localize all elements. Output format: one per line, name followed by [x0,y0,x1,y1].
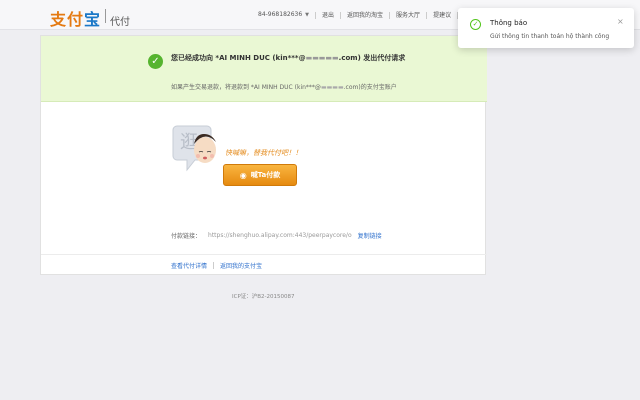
back-to-taobao-link[interactable]: 返回我的淘宝 [340,11,389,19]
icp-license: ICP证：沪B2-20150087 [232,294,295,300]
check-circle-icon: ✓ [148,54,163,69]
logo-divider [105,9,107,23]
character-illustration-icon: 逛 [172,125,216,172]
check-circle-icon: ✓ [470,19,481,30]
top-nav: 84-968182636▼ 退出 返回我的淘宝 服务大厅 提建议 更 [258,11,476,19]
feedback-link[interactable]: 提建议 [426,11,457,19]
ask-to-pay-label: 喊Ta付款 [250,171,281,179]
success-banner: ✓ 您已经成功向 *AI MINH DUC (kin***@▬▬▬▬▬.com)… [41,36,487,102]
back-to-alipay-link[interactable]: 返回我的支付宝 [220,261,262,270]
card-footer: 查看代付详情 返回我的支付宝 [41,254,487,276]
account-dropdown[interactable]: 84-968182636 ▼ [258,11,315,19]
success-subtitle: 如果产生交易退款，将退款到 *AI MINH DUC (kin***@▬▬▬▬.… [171,84,397,91]
payment-link-row: 付款链接： https://shenghuo.alipay.com:443/pe… [171,231,382,240]
logout-link[interactable]: 退出 [315,11,340,19]
service-hall-link[interactable]: 服务大厅 [389,11,426,19]
speech-text: 快喊嘛，替我代付吧！！ [225,149,302,157]
close-icon[interactable]: × [617,17,624,26]
view-detail-link[interactable]: 查看代付详情 [171,261,207,270]
logo-sub: 代付 [110,17,131,28]
toast-title: Thông báo [490,19,528,27]
payment-link-label: 付款链接： [171,233,202,240]
payment-link-url[interactable]: https://shenghuo.alipay.com:443/peerpayc… [208,232,352,239]
ask-to-pay-button[interactable]: ◉ 喊Ta付款 [223,164,297,186]
divider [213,262,215,269]
copy-link-button[interactable]: 复制链接 [358,231,382,240]
logo-mark: 支付宝 [50,10,102,29]
eye-icon: ◉ [239,170,247,180]
notification-toast: ✓ Thông báo Gửi thông tin thanh toán hộ … [458,8,634,48]
toast-message: Gửi thông tin thanh toán hộ thành công [490,33,610,40]
success-title: 您已经成功向 *AI MINH DUC (kin***@▬▬▬▬▬.com) 发… [171,54,406,62]
chevron-down-icon: ▼ [305,12,310,18]
result-card: ✓ 您已经成功向 *AI MINH DUC (kin***@▬▬▬▬▬.com)… [40,35,487,276]
alipay-logo[interactable]: 支付宝 代付 [50,6,131,29]
